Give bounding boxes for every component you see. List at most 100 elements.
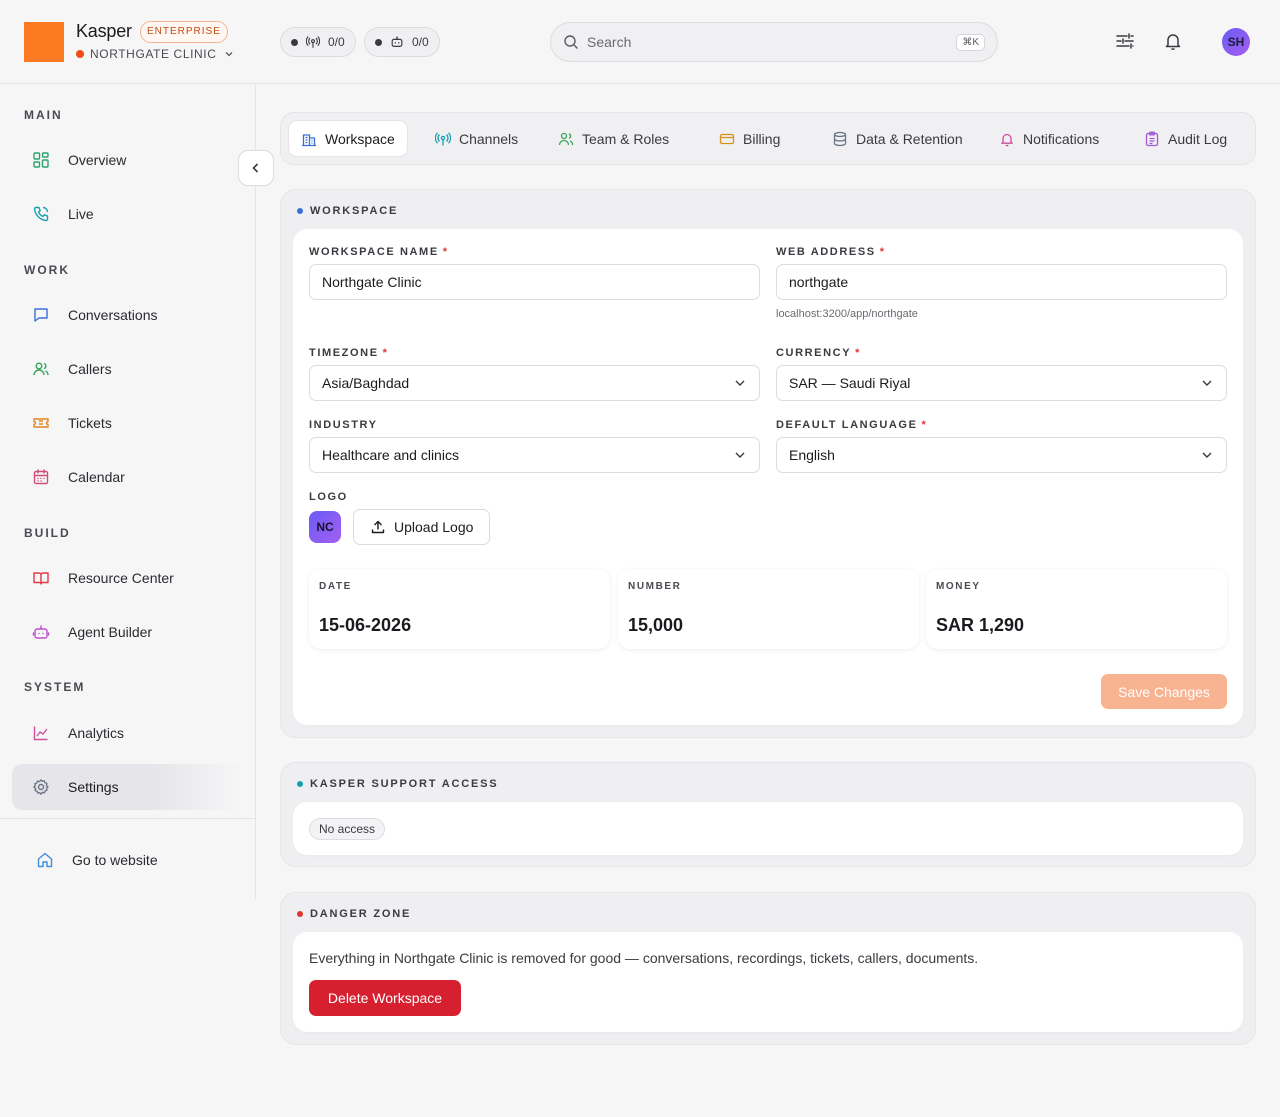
sidebar-item-callers[interactable]: Callers <box>12 346 244 392</box>
section-title: DANGER ZONE <box>297 908 411 920</box>
sidebar-item-label: Settings <box>68 779 119 795</box>
sidebar-item-resource-center[interactable]: Resource Center <box>12 555 244 601</box>
sidebar-divider <box>0 818 256 819</box>
clipboard-icon <box>1145 131 1159 146</box>
brand-name: Kasper <box>76 21 132 41</box>
grid-icon <box>33 152 49 168</box>
chat-icon <box>34 308 48 322</box>
tab-label: Billing <box>743 130 781 147</box>
support-access-section: KASPER SUPPORT ACCESS No access <box>280 762 1256 867</box>
antenna-icon <box>435 131 451 145</box>
sidebar-item-calendar[interactable]: Calendar <box>12 454 244 500</box>
section-dot <box>297 208 303 214</box>
tab-channels[interactable]: Channels <box>423 120 530 157</box>
antenna-icon <box>306 36 320 48</box>
workspace-status-dot <box>76 50 84 58</box>
sidebar-section-system: SYSTEM <box>24 680 86 694</box>
tab-label: Workspace <box>325 130 395 147</box>
section-title-text: DANGER ZONE <box>310 908 412 920</box>
stat-value: SAR 1,290 <box>936 615 1025 635</box>
phone-channel-count: 0/0 <box>328 35 345 49</box>
stat-label: NUMBER <box>628 581 682 592</box>
stat-label: MONEY <box>936 581 981 592</box>
delete-workspace-button[interactable]: Delete Workspace <box>309 980 461 1016</box>
sidebar-item-live[interactable]: Live <box>12 191 244 237</box>
workspace-section: WORKSPACE WORKSPACE NAME * Northgate Clin… <box>280 189 1256 738</box>
bell-icon <box>1001 133 1013 146</box>
upload-logo-button[interactable]: Upload Logo <box>353 509 491 545</box>
tab-label: Channels <box>459 130 519 147</box>
sidebar-item-label: Analytics <box>68 725 125 741</box>
tab-team-roles[interactable]: Team & Roles <box>546 120 681 157</box>
sidebar-item-agent-builder[interactable]: Agent Builder <box>12 609 244 655</box>
section-dot <box>297 911 303 917</box>
sidebar-item-label: Live <box>68 206 94 222</box>
danger-zone-section: DANGER ZONE Everything in Northgate Clin… <box>280 892 1256 1045</box>
building-icon <box>302 133 316 146</box>
phone-channel-status[interactable]: 0/0 <box>280 27 356 57</box>
search-shortcut: ⌘K <box>956 33 985 51</box>
support-access-body: No access <box>293 802 1243 855</box>
chevron-down-icon <box>735 380 745 386</box>
book-icon <box>33 572 49 585</box>
sidebar-section-work: WORK <box>24 263 70 277</box>
sliders-icon[interactable] <box>1114 30 1136 52</box>
settings-tabs: Workspace Channels Team & Roles Billing … <box>280 112 1256 165</box>
tab-notifications[interactable]: Notifications <box>987 120 1111 157</box>
collapse-sidebar-button[interactable] <box>238 150 274 186</box>
workspace-name-input[interactable]: Northgate Clinic <box>309 264 760 300</box>
bot-channel-status[interactable]: 0/0 <box>364 27 440 57</box>
chevron-down-icon <box>225 52 232 57</box>
sidebar-item-label: Agent Builder <box>68 624 153 640</box>
tab-label: Notifications <box>1023 130 1100 147</box>
upload-icon <box>371 520 385 534</box>
industry-select[interactable]: Healthcare and clinics <box>309 437 760 473</box>
section-title-text: KASPER SUPPORT ACCESS <box>310 778 499 790</box>
tab-audit-log[interactable]: Audit Log <box>1132 120 1239 157</box>
sidebar-item-overview[interactable]: Overview <box>12 137 244 183</box>
phone-icon <box>33 206 49 222</box>
sidebar-item-settings[interactable]: Settings <box>12 764 244 810</box>
user-avatar[interactable]: SH <box>1222 28 1250 56</box>
tab-billing[interactable]: Billing <box>707 120 792 157</box>
workspace-form: WORKSPACE NAME * Northgate Clinic WEB ADD… <box>293 229 1243 725</box>
tab-label: Team & Roles <box>582 130 670 147</box>
sidebar-item-conversations[interactable]: Conversations <box>12 292 244 338</box>
sidebar-item-label: Callers <box>68 361 112 377</box>
brand-logo[interactable] <box>24 22 64 62</box>
timezone-select[interactable]: Asia/Baghdad <box>309 365 760 401</box>
go-to-website-link[interactable]: Go to website <box>12 837 244 883</box>
users-icon <box>33 362 49 376</box>
currency-select[interactable]: SAR — Saudi Riyal <box>776 365 1227 401</box>
sidebar-item-label: Conversations <box>68 307 158 323</box>
bell-icon[interactable] <box>1162 30 1184 52</box>
bot-icon <box>391 36 403 47</box>
search-icon <box>564 35 578 49</box>
plan-badge: ENTERPRISE <box>140 21 228 43</box>
sidebar-item-tickets[interactable]: Tickets <box>12 400 244 446</box>
tab-data-retention[interactable]: Data & Retention <box>820 120 975 157</box>
sidebar-section-build: BUILD <box>24 526 71 540</box>
home-icon <box>37 852 53 868</box>
status-dot <box>291 38 298 46</box>
workspace-selector-label: NORTHGATE CLINIC <box>90 47 217 61</box>
users-icon <box>558 132 574 145</box>
search-placeholder: Search <box>587 34 632 50</box>
database-icon <box>833 131 847 146</box>
bot-channel-count: 0/0 <box>412 35 429 49</box>
default-language-select[interactable]: English <box>776 437 1227 473</box>
status-dot <box>375 38 382 46</box>
tab-workspace[interactable]: Workspace <box>288 120 408 157</box>
sidebar-item-label: Tickets <box>68 415 112 431</box>
web-address-input[interactable]: northgate <box>776 264 1227 300</box>
search-input[interactable]: Search ⌘K <box>550 22 998 62</box>
sidebar-item-analytics[interactable]: Analytics <box>12 710 244 756</box>
currency-label: CURRENCY * <box>776 347 862 359</box>
chevron-left-icon <box>252 163 259 173</box>
save-changes-button[interactable]: Save Changes <box>1101 674 1227 709</box>
section-dot <box>297 781 303 787</box>
stat-value: 15-06-2026 <box>319 615 412 635</box>
workspace-selector[interactable]: NORTHGATE CLINIC <box>76 47 235 61</box>
chevron-down-icon <box>1202 380 1212 386</box>
workspace-name-label: WORKSPACE NAME * <box>309 246 449 258</box>
